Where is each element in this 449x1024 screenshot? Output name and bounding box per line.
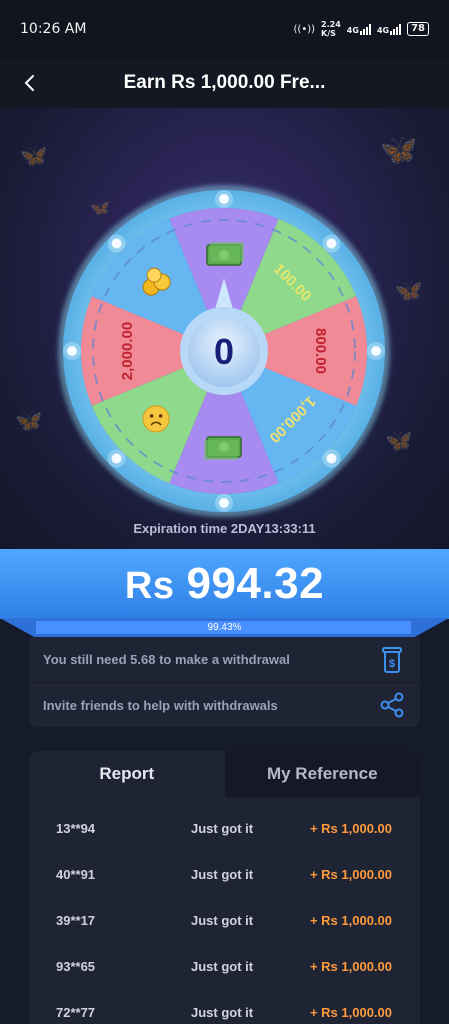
report-amount: + Rs 1,000.00 <box>309 866 392 882</box>
wheel-segment-label: 2,000.00 <box>119 322 136 380</box>
report-message: Just got it <box>191 1004 254 1020</box>
chevron-left-icon <box>24 75 34 91</box>
report-user: 93**65 <box>56 958 96 974</box>
report-amount: + Rs 1,000.00 <box>309 958 392 974</box>
status-icons: ((•)) 2.24 K/S 4G 4G 78 <box>294 20 429 38</box>
report-amount: + Rs 1,000.00 <box>309 912 392 928</box>
app-header: Earn Rs 1,000.00 Fre... <box>0 58 449 108</box>
expiration-time: Expiration time 2DAY13:33:11 <box>133 521 316 536</box>
cash-icon <box>206 242 244 266</box>
wheel-area: 🦋 🦋 🦋 🦋 🦋 🦋 100.00 800.00 1,000.00 2,000.00… <box>0 108 449 550</box>
report-amount: + Rs 1,000.00 <box>309 820 392 836</box>
wheel-center-value: 0 <box>214 331 234 372</box>
report-row: 72**77 Just got it + Rs 1,000.00 <box>29 989 420 1024</box>
signal-icon-2: 4G <box>377 23 402 35</box>
battery-icon: 78 <box>407 22 429 36</box>
spin-wheel[interactable]: 100.00800.001,000.002,000.00 0 <box>0 108 449 550</box>
withdraw-progress: 99.43% <box>0 618 449 638</box>
report-row: 13**94 Just got it + Rs 1,000.00 <box>29 805 420 851</box>
progress-text: 99.43% <box>207 622 242 633</box>
wheel-segment-label: 800.00 <box>312 328 329 374</box>
back-button[interactable] <box>0 58 60 108</box>
report-message: Just got it <box>191 912 254 928</box>
report-list: 13**94 Just got it + Rs 1,000.00 40**91 Just… <box>29 797 420 1024</box>
invite-note: Invite friends to help with withdrawals <box>43 697 278 713</box>
report-user: 39**17 <box>56 912 96 928</box>
status-time: 10:26 AM <box>20 21 87 37</box>
report-row: 40**91 Just got it + Rs 1,000.00 <box>29 851 420 897</box>
info-card: You still need 5.68 to make a withdrawal… <box>29 637 420 727</box>
report-amount: + Rs 1,000.00 <box>309 1004 392 1020</box>
signal-icon: 4G <box>347 23 371 35</box>
report-row: 39**17 Just got it + Rs 1,000.00 <box>29 897 420 943</box>
report-row: 93**65 Just got it + Rs 1,000.00 <box>29 943 420 989</box>
share-icon[interactable] <box>378 691 406 719</box>
currency-label: Rs <box>124 565 175 607</box>
net-speed: 2.24 K/S <box>321 20 341 38</box>
svg-text:$: $ <box>389 658 395 670</box>
report-user: 40**91 <box>56 866 96 882</box>
tab-report[interactable]: Report <box>29 751 225 797</box>
balance-value: 994.32 <box>186 559 325 608</box>
withdraw-icon[interactable]: $ <box>378 646 406 674</box>
sad-face-icon <box>142 405 170 433</box>
report-user: 13**94 <box>56 820 96 836</box>
report-message: Just got it <box>191 958 254 974</box>
report-user: 72**77 <box>56 1004 96 1020</box>
tab-my-reference[interactable]: My Reference <box>224 751 420 797</box>
cash-icon <box>204 436 242 460</box>
invite-row[interactable]: Invite friends to help with withdrawals <box>29 682 420 727</box>
report-message: Just got it <box>191 866 254 882</box>
status-bar: 10:26 AM ((•)) 2.24 K/S 4G 4G 78 <box>0 0 449 58</box>
report-card: Report My Reference 13**94 Just got it + R… <box>29 751 420 1024</box>
hotspot-icon: ((•)) <box>293 23 316 35</box>
withdraw-row[interactable]: You still need 5.68 to make a withdrawal… <box>29 637 420 682</box>
page-title: Earn Rs 1,000.00 Fre... <box>123 72 326 93</box>
tab-bar: Report My Reference <box>29 751 420 797</box>
report-message: Just got it <box>191 820 254 836</box>
balance-amount: Rs 994.32 <box>125 559 324 609</box>
balance-band: Rs 994.32 <box>0 549 449 619</box>
withdraw-note: You still need 5.68 to make a withdrawal <box>43 652 290 667</box>
